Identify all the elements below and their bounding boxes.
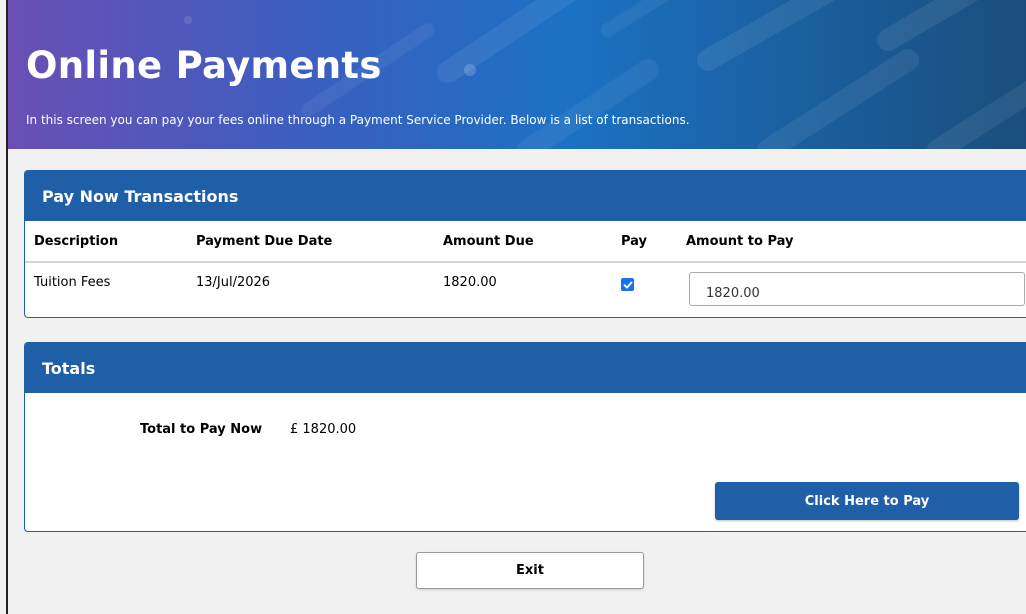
column-header-amount-due: Amount Due — [443, 233, 534, 249]
row-amount-due: 1820.00 — [443, 275, 497, 290]
page-frame: Online Payments In this screen you can p… — [6, 0, 1026, 614]
page-banner: Online Payments In this screen you can p… — [8, 0, 1026, 149]
checkmark-icon — [623, 281, 632, 288]
totals-panel: Totals Total to Pay Now £ 1820.00 Click … — [24, 342, 1026, 532]
column-header-description: Description — [34, 233, 119, 249]
amount-to-pay-input[interactable] — [689, 272, 1025, 306]
totals-heading: Totals — [25, 343, 1026, 393]
row-due-date: 13/Jul/2026 — [196, 275, 271, 290]
pay-checkbox[interactable] — [621, 278, 634, 291]
pay-now-transactions-heading: Pay Now Transactions — [25, 171, 1026, 221]
column-header-amount-to-pay: Amount to Pay — [686, 233, 794, 249]
table-row: Tuition Fees 13/Jul/2026 1820.00 — [25, 263, 1026, 315]
click-here-to-pay-button[interactable]: Click Here to Pay — [715, 482, 1019, 520]
total-to-pay-value: £ 1820.00 — [290, 422, 357, 437]
pay-now-transactions-panel: Pay Now Transactions Description Payment… — [24, 170, 1026, 318]
column-header-pay: Pay — [621, 233, 648, 249]
total-to-pay-label: Total to Pay Now — [140, 422, 263, 437]
exit-button[interactable]: Exit — [416, 552, 644, 589]
row-pay-cell — [621, 263, 634, 315]
row-description: Tuition Fees — [34, 275, 111, 290]
page-title: Online Payments — [26, 44, 382, 87]
page-description: In this screen you can pay your fees onl… — [26, 113, 690, 127]
column-header-payment-due-date: Payment Due Date — [196, 233, 333, 249]
transactions-table-header: Description Payment Due Date Amount Due … — [25, 221, 1026, 263]
